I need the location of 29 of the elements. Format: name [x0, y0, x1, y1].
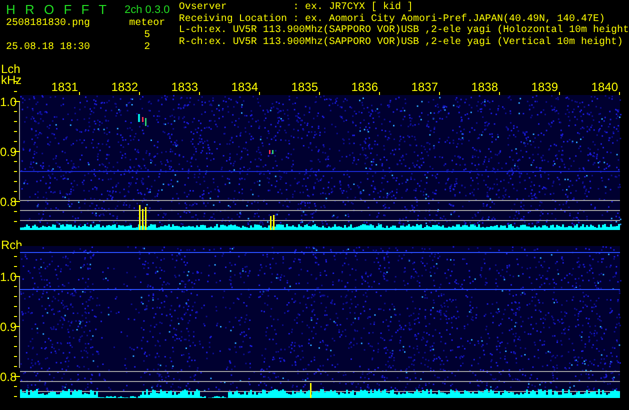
- version-label: 2ch 0.3.0: [124, 3, 170, 18]
- info-line: Receiving Location : ex. Aomori City Aomori-Pref.JAPAN(40.49N, 140.47E): [178, 14, 606, 24]
- info-line: Ovserver : ex. JR7CYX [ kid ]: [178, 2, 414, 14]
- unit-label: kHz: [1, 73, 22, 87]
- app-title: H R O F F T: [6, 2, 108, 18]
- time-label: 1838: [471, 80, 498, 94]
- frequency-label: 1.0: [0, 270, 17, 284]
- time-label: 1831: [51, 80, 78, 94]
- frequency-label: 1.0: [0, 95, 17, 109]
- frequency-label: 0.9: [0, 320, 17, 334]
- file-name: 2508181830.png: [6, 18, 92, 30]
- time-label: 1837: [411, 80, 438, 94]
- meteor-label: meteor: [129, 18, 166, 30]
- info-line: L-ch:ex. UV5R 113.900Mhz(SAPPORO VOR)USB ,2-ele yagi (Holozontal 10m height: [178, 25, 629, 36]
- time-label: 1833: [171, 80, 198, 94]
- channel-label: Lch: [1, 62, 20, 76]
- time-label: 1832: [111, 80, 138, 94]
- frequency-label: 0.8: [0, 195, 17, 209]
- time-label: 1836: [351, 80, 378, 94]
- time-label: 1840: [591, 80, 618, 94]
- frequency-label: 0.9: [0, 145, 17, 159]
- info-line: R-ch:ex. UV5R 113.900Mhz(SAPPORO VOR)USB ,2-ele yagi (Vertical 10m height): [178, 36, 624, 48]
- time-label: 1834: [231, 80, 258, 94]
- date-time: 25.08.18 18:30: [6, 42, 92, 54]
- time-label: 1835: [291, 80, 318, 94]
- meteor-count: 2: [144, 42, 150, 54]
- frequency-label: 0.8: [0, 370, 17, 384]
- time-label: 1839: [531, 80, 558, 94]
- meteor-count: 5: [144, 30, 150, 42]
